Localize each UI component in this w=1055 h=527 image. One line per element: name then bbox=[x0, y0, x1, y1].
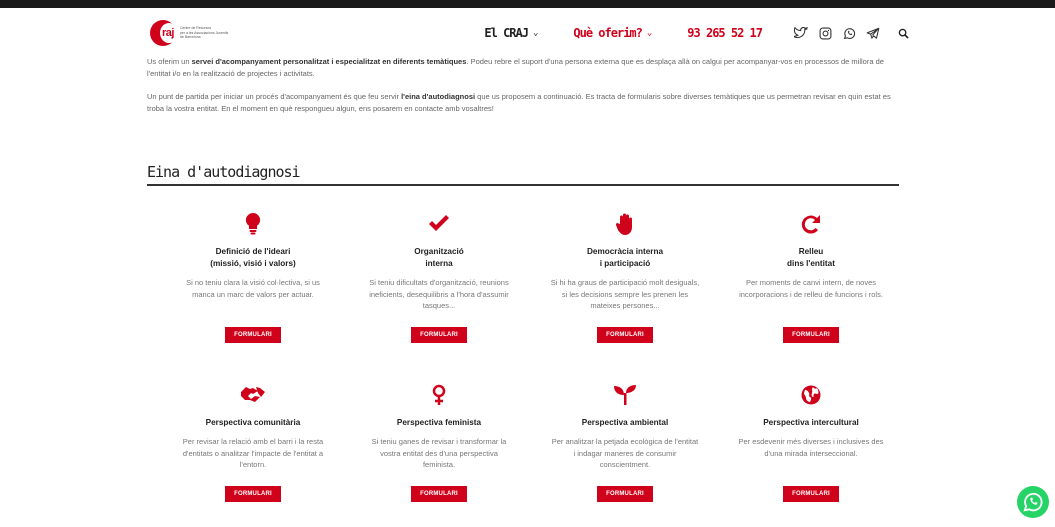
card-title: Perspectiva intercultural bbox=[763, 418, 859, 427]
nav-que-oferim[interactable]: Què oferim? ⌄ bbox=[573, 26, 653, 40]
chevron-down-icon: ⌄ bbox=[646, 28, 653, 38]
redo-icon bbox=[799, 212, 823, 236]
formulari-button[interactable]: FORMULARI bbox=[411, 486, 467, 502]
lightbulb-icon bbox=[241, 212, 265, 236]
section-divider bbox=[147, 184, 899, 186]
card-description: Si hi ha graus de participació molt desi… bbox=[550, 278, 700, 310]
telegram-icon[interactable] bbox=[864, 24, 882, 42]
formulari-button[interactable]: FORMULARI bbox=[783, 327, 839, 343]
card-description: Per revisar la relació amb el barri i la… bbox=[182, 437, 324, 469]
card-intercultural: Perspectiva intercultural Per esdevenir … bbox=[718, 383, 904, 527]
intro-text: Us oferim un servei d'acompanyament pers… bbox=[147, 56, 907, 126]
formulari-button[interactable]: FORMULARI bbox=[411, 327, 467, 343]
hand-icon bbox=[613, 212, 637, 236]
card-title: Perspectiva feminista bbox=[396, 418, 482, 427]
nav-el-craj[interactable]: El CRAJ ⌄ bbox=[484, 26, 539, 40]
card-democracia: Democràcia interna i participació Si hi h… bbox=[532, 212, 718, 369]
intro-paragraph-1: Us oferim un servei d'acompanyament pers… bbox=[147, 57, 884, 78]
social-links bbox=[786, 24, 882, 42]
card-title: Definició de l'ideari (missió, visió i va… bbox=[210, 247, 296, 268]
card-organitzacio: Organització interna Si teniu dificultats… bbox=[346, 212, 532, 369]
card-description: Si no teniu clara la visió col·lectiva, … bbox=[186, 278, 320, 299]
card-description: Si teniu ganes de revisar i transformar … bbox=[371, 437, 507, 469]
section-title: Eina d'autodiagnosi bbox=[147, 163, 301, 181]
twitter-icon[interactable] bbox=[792, 24, 810, 42]
autodiagnosi-grid: Definició de l'ideari (missió, visió i va… bbox=[160, 212, 905, 527]
chevron-down-icon: ⌄ bbox=[532, 28, 539, 38]
card-title: Democràcia interna i participació bbox=[587, 247, 663, 268]
formulari-button[interactable]: FORMULARI bbox=[225, 327, 281, 343]
venus-icon bbox=[427, 383, 451, 407]
seedling-icon bbox=[613, 383, 637, 407]
nav-phone[interactable]: 93 265 52 17 bbox=[687, 26, 763, 40]
main-nav: El CRAJ ⌄ Què oferim? ⌄ 93 265 52 17 bbox=[448, 24, 910, 42]
logo-subtitle: Centre de Recursos per a les Associacion… bbox=[179, 26, 229, 40]
whatsapp-icon[interactable] bbox=[840, 24, 858, 42]
card-relleu: Relleu dins l'entitat Per moments de canv… bbox=[718, 212, 904, 369]
handshake-icon bbox=[241, 383, 265, 407]
craj-logo[interactable]: raj Centre de Recursos per a les Associa… bbox=[150, 18, 270, 48]
formulari-button[interactable]: FORMULARI bbox=[597, 486, 653, 502]
formulari-button[interactable]: FORMULARI bbox=[783, 486, 839, 502]
formulari-button[interactable]: FORMULARI bbox=[225, 486, 281, 502]
whatsapp-icon bbox=[1023, 492, 1043, 512]
card-description: Per analitzar la petjada ecològica de l'… bbox=[551, 437, 699, 469]
card-ambiental: Perspectiva ambiental Per analitzar la p… bbox=[532, 383, 718, 527]
search-icon[interactable] bbox=[896, 26, 910, 40]
card-title: Perspectiva comunitària bbox=[205, 418, 301, 427]
card-comunitaria: Perspectiva comunitària Per revisar la r… bbox=[160, 383, 346, 527]
card-description: Per esdevenir més diverses i inclusives … bbox=[738, 437, 884, 458]
formulari-button[interactable]: FORMULARI bbox=[597, 327, 653, 343]
card-title: Perspectiva ambiental bbox=[581, 418, 669, 427]
card-description: Si teniu dificultats d'organització, reu… bbox=[369, 278, 509, 310]
card-feminista: Perspectiva feminista Si teniu ganes de … bbox=[346, 383, 532, 527]
intro-paragraph-2: Un punt de partida per iniciar un procés… bbox=[147, 92, 891, 113]
card-title: Relleu dins l'entitat bbox=[787, 247, 835, 268]
globe-icon bbox=[799, 383, 823, 407]
site-header: raj Centre de Recursos per a les Associa… bbox=[150, 16, 910, 50]
logo-text: raj bbox=[162, 27, 174, 39]
card-title: Organització interna bbox=[414, 247, 464, 268]
card-description: Per moments de canvi intern, de noves in… bbox=[739, 278, 883, 299]
instagram-icon[interactable] bbox=[816, 24, 834, 42]
whatsapp-float-button[interactable] bbox=[1017, 486, 1049, 518]
browser-top-bar bbox=[0, 0, 1055, 8]
card-ideari: Definició de l'ideari (missió, visió i va… bbox=[160, 212, 346, 369]
check-icon bbox=[427, 212, 451, 236]
